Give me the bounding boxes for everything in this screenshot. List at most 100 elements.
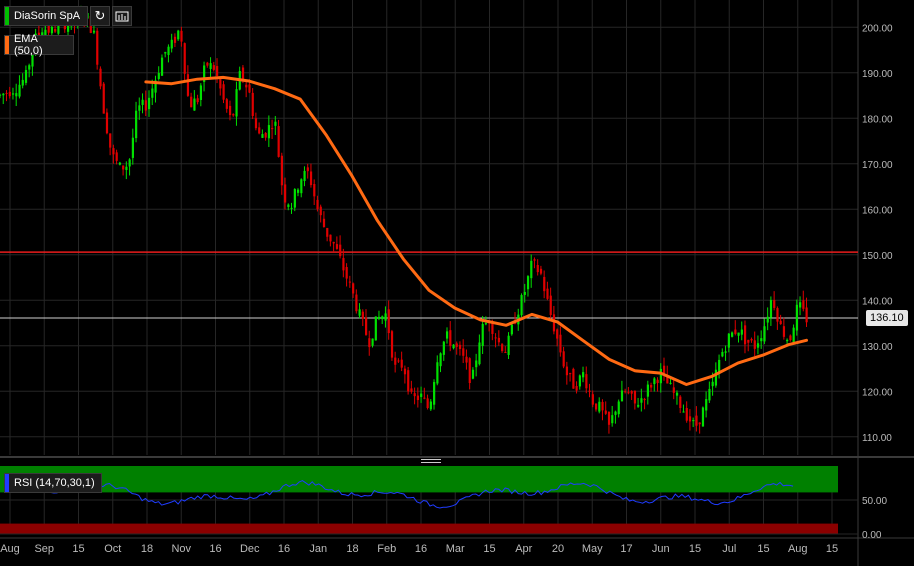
- candle-body: [212, 65, 215, 70]
- x-tick-label: Sep: [34, 543, 54, 555]
- candle-body: [157, 73, 160, 79]
- candle-body: [209, 63, 212, 69]
- candle-body: [520, 295, 523, 316]
- candle-body: [222, 84, 225, 100]
- candle-body: [248, 84, 251, 93]
- chart-canvas[interactable]: 200.00190.00180.00170.00160.00150.00140.…: [0, 0, 914, 566]
- candle-body: [284, 184, 287, 203]
- candle-body: [743, 325, 747, 345]
- candle-body: [637, 404, 640, 407]
- chart-window: 200.00 190.00 180.00 170.00 160.00 150.00 140.…: [0, 0, 914, 566]
- x-tick-label: 16: [415, 543, 427, 555]
- y-tick-label: 170.00: [862, 160, 893, 171]
- y-tick-label: 150.00: [862, 251, 893, 262]
- candle-body: [539, 268, 543, 274]
- candle-body: [258, 127, 261, 134]
- price-axis: 200.00 190.00 180.00 170.00 160.00 150.00 140.…: [862, 23, 893, 443]
- candle-body: [653, 378, 656, 385]
- candle-body: [760, 338, 763, 342]
- candle-body: [384, 313, 387, 321]
- ema-swatch: [5, 36, 9, 54]
- candle-body: [630, 391, 633, 394]
- candle-body: [112, 148, 115, 155]
- candle-body: [559, 334, 562, 353]
- x-tick-label: Dec: [240, 543, 260, 555]
- candle-body: [530, 260, 533, 279]
- candle-body: [352, 283, 355, 294]
- candle-body: [28, 65, 31, 70]
- x-tick-label: Mar: [446, 543, 465, 555]
- candle-body: [296, 189, 300, 193]
- ema-legend[interactable]: EMA (50,0): [4, 33, 74, 57]
- candle-body: [160, 57, 164, 76]
- candle-body: [99, 68, 102, 87]
- candle-body: [727, 333, 730, 348]
- candle-body: [274, 121, 277, 126]
- candle-body: [792, 327, 795, 344]
- x-tick-label: 16: [278, 543, 290, 555]
- ema-label: EMA (50,0): [13, 33, 43, 57]
- candle-body: [339, 244, 342, 257]
- candle-body: [552, 314, 556, 332]
- candle-body: [594, 403, 598, 410]
- candle-body: [251, 92, 254, 116]
- x-tick-label: 15: [72, 543, 84, 555]
- candle-body: [371, 338, 374, 346]
- candle-body: [410, 388, 413, 392]
- candle-body: [526, 276, 530, 290]
- candle-body: [335, 244, 339, 249]
- refresh-button[interactable]: ↻: [90, 6, 110, 26]
- candle-body: [776, 308, 779, 322]
- candle-body: [695, 415, 698, 426]
- y-tick-label: 180.00: [862, 114, 893, 125]
- candle-body: [15, 93, 18, 97]
- rsi-oversold-zone: [0, 523, 838, 534]
- candle-body: [523, 291, 526, 295]
- candle-body: [701, 407, 705, 427]
- indicators-button[interactable]: [112, 6, 132, 26]
- candle-body: [675, 392, 679, 396]
- candle-body: [109, 133, 112, 148]
- candle-body: [235, 89, 238, 117]
- candle-body: [400, 359, 403, 368]
- rsi-legend[interactable]: RSI (14,70,30,1): [4, 473, 102, 493]
- candle-body: [368, 338, 371, 348]
- candle-body: [128, 159, 131, 167]
- x-tick-label: 20: [552, 543, 564, 555]
- candle-body: [322, 218, 326, 228]
- symbol-label: DiaSorin SpA: [14, 10, 81, 22]
- candle-body: [173, 36, 177, 43]
- symbol-legend[interactable]: DiaSorin SpA: [4, 6, 88, 26]
- candle-body: [501, 344, 504, 352]
- candle-body: [549, 295, 552, 315]
- candle-body: [646, 384, 650, 397]
- candle-body: [591, 394, 594, 405]
- x-tick-label: 15: [757, 543, 769, 555]
- candle-body: [611, 415, 614, 424]
- candle-body: [582, 372, 585, 378]
- candle-body: [5, 92, 8, 94]
- candle-body: [640, 398, 643, 403]
- candle-body: [575, 386, 578, 391]
- candle-body: [569, 373, 572, 375]
- candle-body: [753, 340, 756, 349]
- candle-body: [329, 234, 332, 242]
- ema-layer: [144, 75, 808, 386]
- candle-body: [377, 316, 381, 319]
- candle-body: [455, 343, 458, 347]
- symbol-swatch: [5, 7, 9, 25]
- panel-resize-handle[interactable]: [421, 459, 441, 465]
- candle-body: [433, 382, 436, 405]
- candle-body: [54, 29, 57, 32]
- candle-body: [620, 390, 624, 402]
- x-tick-label: 15: [689, 543, 701, 555]
- time-axis: Aug Sep 15 Oct 18 Nov 16 Dec 16 Jan 18 Feb 16 Mar 15 Ap…: [0, 543, 838, 555]
- x-tick-label: 18: [141, 543, 153, 555]
- candle-body: [374, 316, 377, 341]
- candle-body: [167, 46, 170, 55]
- candle-body: [802, 300, 805, 309]
- candle-body: [316, 199, 319, 210]
- candle-body: [190, 96, 193, 108]
- candle-body: [773, 300, 776, 308]
- rsi-tick-label: 50.00: [862, 496, 887, 507]
